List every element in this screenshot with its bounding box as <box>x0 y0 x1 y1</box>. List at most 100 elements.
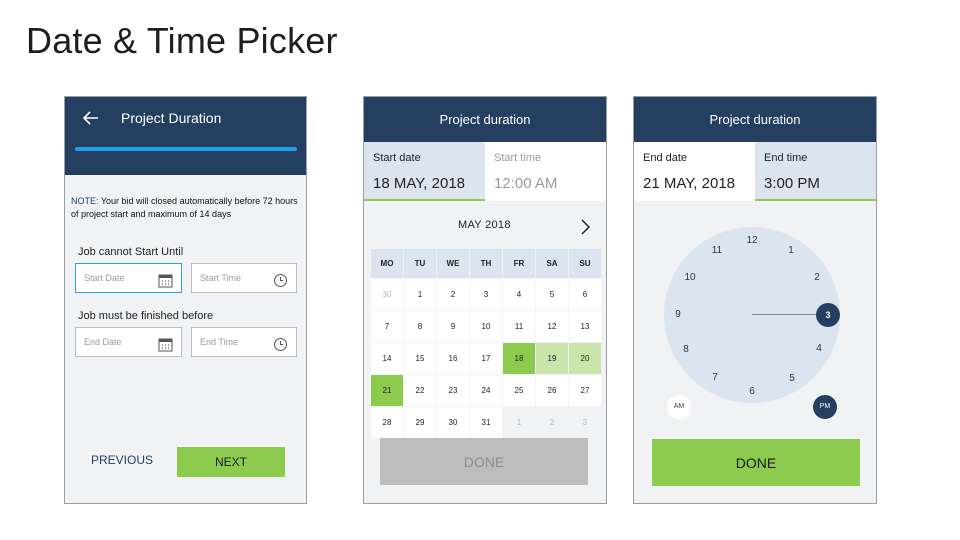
tab-start-time[interactable]: Start time 12:00 AM <box>485 142 606 201</box>
calendar-day[interactable]: 31 <box>470 407 502 438</box>
clock-number[interactable]: 4 <box>811 343 827 355</box>
calendar-day[interactable]: 2 <box>437 279 469 310</box>
progress-bar <box>75 147 297 151</box>
page-title: Date & Time Picker <box>26 20 338 61</box>
calendar-day[interactable]: 29 <box>404 407 436 438</box>
clock-number[interactable]: 12 <box>744 235 760 247</box>
date-time-tabs: End date 21 MAY, 2018 End time 3:00 PM <box>634 142 876 201</box>
calendar-day-in-range[interactable]: 19 <box>536 343 568 374</box>
calendar-day[interactable]: 25 <box>503 375 535 406</box>
calendar-day[interactable]: 10 <box>470 311 502 342</box>
calendar-day[interactable]: 11 <box>503 311 535 342</box>
date-picker-screen: Project duration Start date 18 MAY, 2018… <box>363 96 607 504</box>
clock-number[interactable]: 5 <box>784 373 800 385</box>
tab-start-date[interactable]: Start date 18 MAY, 2018 <box>364 142 485 201</box>
pm-toggle[interactable]: PM <box>813 395 837 419</box>
weekday-header: TU <box>404 249 436 278</box>
screen1-title: Project Duration <box>121 110 222 126</box>
calendar-day[interactable]: 5 <box>536 279 568 310</box>
tab-end-time-label: End time <box>764 152 808 164</box>
calendar-day[interactable]: 9 <box>437 311 469 342</box>
calendar-day[interactable]: 30 <box>437 407 469 438</box>
done-button[interactable]: DONE <box>652 439 860 486</box>
weekday-header: MO <box>371 249 403 278</box>
calendar-day[interactable]: 7 <box>371 311 403 342</box>
clock-number[interactable]: 11 <box>709 245 725 257</box>
calendar-day[interactable]: 6 <box>569 279 601 310</box>
calendar-day-in-range[interactable]: 20 <box>569 343 601 374</box>
tab-end-date-value: 21 MAY, 2018 <box>643 175 736 192</box>
tab-end-date-label: End date <box>643 152 688 164</box>
calendar-day[interactable]: 26 <box>536 375 568 406</box>
calendar-day[interactable]: 24 <box>470 375 502 406</box>
calendar-icon[interactable] <box>158 271 173 299</box>
clock-icon[interactable] <box>273 335 288 363</box>
note-text: Your bid will closed automatically befor… <box>71 196 298 219</box>
clock-selected-hour[interactable]: 3 <box>816 303 840 327</box>
tab-underline <box>755 199 876 201</box>
calendar-day-selected[interactable]: 21 <box>371 375 403 406</box>
calendar-day-selected[interactable]: 18 <box>503 343 535 374</box>
weekday-header: TH <box>470 249 502 278</box>
calendar-day[interactable]: 27 <box>569 375 601 406</box>
tab-end-time[interactable]: End time 3:00 PM <box>755 142 876 201</box>
clock-number[interactable]: 10 <box>682 272 698 284</box>
note-prefix: NOTE: <box>71 196 99 206</box>
calendar-day[interactable]: 8 <box>404 311 436 342</box>
chevron-right-icon[interactable] <box>578 217 592 242</box>
calendar-day[interactable]: 1 <box>503 407 535 438</box>
end-date-placeholder: End Date <box>84 337 122 347</box>
end-time-input[interactable]: End Time <box>191 327 297 357</box>
calendar-day[interactable]: 3 <box>470 279 502 310</box>
calendar-day[interactable]: 4 <box>503 279 535 310</box>
clock-number[interactable]: 6 <box>744 386 760 398</box>
tab-underline <box>364 199 485 201</box>
finish-before-label: Job must be finished before <box>78 310 214 322</box>
screen1-header: Project Duration <box>65 97 306 175</box>
calendar-day[interactable]: 23 <box>437 375 469 406</box>
calendar-day[interactable]: 1 <box>404 279 436 310</box>
calendar-day[interactable]: 22 <box>404 375 436 406</box>
calendar-grid: MO TU WE TH FR SA SU 30 1 2 3 4 5 6 7 8 <box>370 248 602 439</box>
previous-button[interactable]: PREVIOUS <box>91 453 153 467</box>
start-time-input[interactable]: Start Time <box>191 263 297 293</box>
clock-number[interactable]: 9 <box>670 309 686 321</box>
clock-number[interactable]: 8 <box>678 344 694 356</box>
calendar-day[interactable]: 15 <box>404 343 436 374</box>
calendar-day[interactable]: 14 <box>371 343 403 374</box>
am-toggle[interactable]: AM <box>667 395 691 419</box>
calendar-day[interactable]: 17 <box>470 343 502 374</box>
calendar-day[interactable]: 2 <box>536 407 568 438</box>
end-date-input[interactable]: End Date <box>75 327 182 357</box>
done-button-disabled[interactable]: DONE <box>380 438 588 485</box>
weekday-header: SU <box>569 249 601 278</box>
screen2-title: Project duration <box>439 112 531 127</box>
start-date-input[interactable]: Start Date <box>75 263 182 293</box>
calendar-icon[interactable] <box>158 335 173 363</box>
tab-end-date[interactable]: End date 21 MAY, 2018 <box>634 142 755 201</box>
start-date-placeholder: Start Date <box>84 273 125 283</box>
back-arrow-icon[interactable] <box>81 108 101 131</box>
clock-hand <box>752 314 816 315</box>
clock-face[interactable]: 12 1 2 3 4 5 6 7 8 9 10 11 <box>664 227 840 403</box>
clock-number[interactable]: 1 <box>783 245 799 257</box>
tab-start-time-label: Start time <box>494 152 542 164</box>
project-duration-form-screen: Project Duration NOTE: Your bid will clo… <box>64 96 307 504</box>
screen2-header: Project duration <box>364 97 606 142</box>
calendar-day[interactable]: 16 <box>437 343 469 374</box>
calendar-day[interactable]: 13 <box>569 311 601 342</box>
weekday-header: SA <box>536 249 568 278</box>
end-time-placeholder: End Time <box>200 337 239 347</box>
calendar-day[interactable]: 30 <box>371 279 403 310</box>
clock-number[interactable]: 7 <box>707 372 723 384</box>
tab-end-time-value: 3:00 PM <box>764 175 820 192</box>
calendar-day[interactable]: 12 <box>536 311 568 342</box>
weekday-header: WE <box>437 249 469 278</box>
date-time-tabs: Start date 18 MAY, 2018 Start time 12:00… <box>364 142 606 201</box>
next-button[interactable]: NEXT <box>177 447 285 477</box>
calendar-day[interactable]: 3 <box>569 407 601 438</box>
calendar-day[interactable]: 28 <box>371 407 403 438</box>
clock-icon[interactable] <box>273 271 288 299</box>
calendar-week: 7 8 9 10 11 12 13 <box>371 311 601 342</box>
clock-number[interactable]: 2 <box>809 272 825 284</box>
